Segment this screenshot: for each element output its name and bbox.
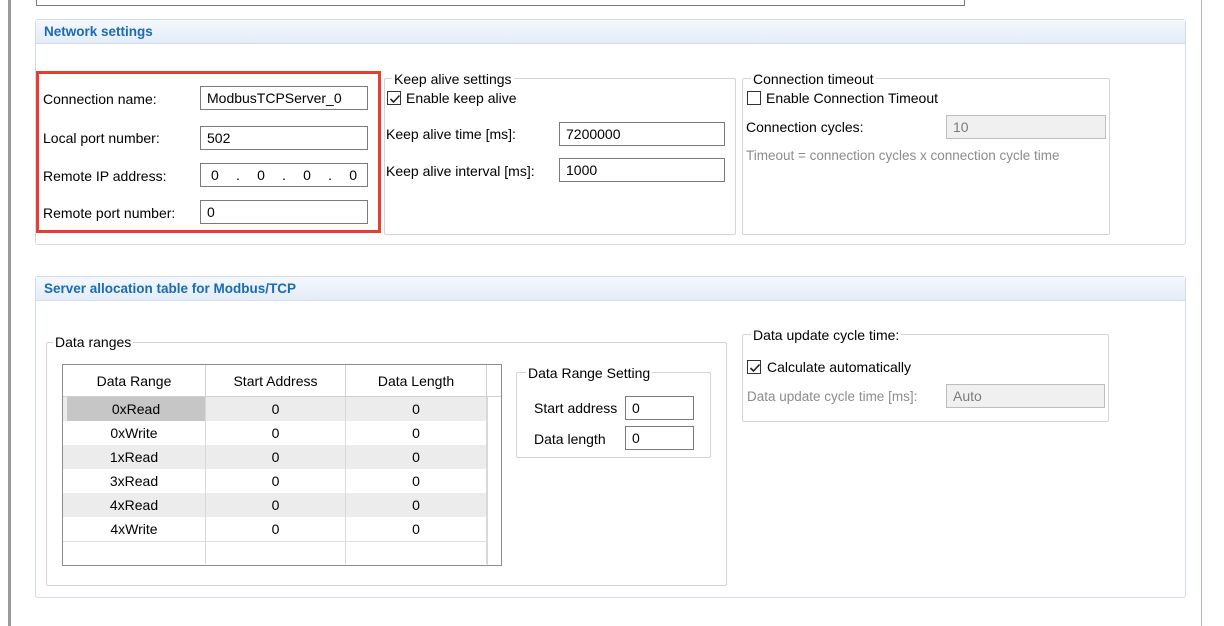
keep-alive-interval-label: Keep alive interval [ms]: bbox=[386, 163, 535, 179]
table-filler-column bbox=[487, 397, 501, 565]
column-header-filler bbox=[487, 365, 501, 397]
cell-start[interactable]: 0 bbox=[206, 445, 346, 469]
table-empty-row bbox=[63, 541, 487, 564]
keep-alive-time-label: Keep alive time [ms]: bbox=[386, 126, 516, 142]
cell-range[interactable]: 1xRead bbox=[63, 445, 206, 469]
table-row[interactable]: 4xWrite 0 0 bbox=[63, 517, 487, 541]
data-ranges-table[interactable]: Data Range Start Address Data Length 0xR… bbox=[62, 364, 502, 566]
top-panel-edge bbox=[36, 0, 965, 6]
calculate-automatically-label[interactable]: Calculate automatically bbox=[767, 358, 911, 376]
keep-alive-legend: Keep alive settings bbox=[392, 71, 514, 87]
local-port-input[interactable]: 502 bbox=[200, 126, 368, 150]
update-cycle-legend: Data update cycle time: bbox=[751, 327, 902, 343]
data-ranges-legend: Data ranges bbox=[53, 334, 134, 350]
timeout-formula: Timeout = connection cycles x connection… bbox=[746, 148, 1060, 163]
remote-port-input[interactable]: 0 bbox=[200, 200, 368, 224]
ip-octet-3[interactable]: 0 bbox=[303, 164, 311, 186]
remote-ip-label: Remote IP address: bbox=[43, 168, 167, 184]
cell-range[interactable]: 4xRead bbox=[63, 493, 206, 517]
cell-empty bbox=[346, 542, 487, 564]
connection-cycles-label: Connection cycles: bbox=[746, 119, 864, 135]
enable-keep-alive-checkbox[interactable] bbox=[387, 91, 401, 105]
enable-timeout-checkbox[interactable] bbox=[747, 91, 761, 105]
keep-alive-interval-input[interactable]: 1000 bbox=[559, 158, 725, 182]
connection-name-input[interactable]: ModbusTCPServer_0 bbox=[200, 86, 368, 110]
table-row[interactable]: 3xRead 0 0 bbox=[63, 469, 487, 493]
calculate-automatically-checkbox[interactable] bbox=[747, 360, 761, 374]
cell-range[interactable]: 3xRead bbox=[63, 469, 206, 493]
checkmark-icon bbox=[749, 363, 761, 373]
connection-cycles-input[interactable]: 10 bbox=[946, 115, 1106, 139]
data-range-setting-legend: Data Range Setting bbox=[526, 365, 653, 381]
cell-empty bbox=[206, 542, 346, 564]
table-row[interactable]: 0xRead 0 0 bbox=[63, 397, 487, 421]
ip-octet-1[interactable]: 0 bbox=[211, 164, 219, 186]
keep-alive-time-input[interactable]: 7200000 bbox=[559, 122, 725, 146]
ip-octet-4[interactable]: 0 bbox=[349, 164, 357, 186]
panel-right-border bbox=[1201, 0, 1202, 626]
start-address-input[interactable]: 0 bbox=[625, 396, 694, 420]
column-header-start-address[interactable]: Start Address bbox=[206, 365, 346, 397]
start-address-label: Start address bbox=[534, 400, 618, 416]
table-row[interactable]: 0xWrite 0 0 bbox=[63, 421, 487, 445]
window-left-border bbox=[8, 0, 11, 626]
ip-octet-2[interactable]: 0 bbox=[257, 164, 265, 186]
network-settings-header[interactable]: Network settings bbox=[36, 20, 1185, 44]
server-allocation-header[interactable]: Server allocation table for Modbus/TCP bbox=[36, 277, 1185, 301]
cell-length[interactable]: 0 bbox=[346, 517, 487, 541]
cell-start[interactable]: 0 bbox=[206, 469, 346, 493]
table-row[interactable]: 4xRead 0 0 bbox=[63, 493, 487, 517]
data-length-input[interactable]: 0 bbox=[625, 426, 694, 450]
cell-start[interactable]: 0 bbox=[206, 397, 346, 421]
cell-range[interactable]: 4xWrite bbox=[63, 517, 206, 541]
update-cycle-group bbox=[742, 334, 1109, 422]
cell-start[interactable]: 0 bbox=[206, 493, 346, 517]
enable-keep-alive-label[interactable]: Enable keep alive bbox=[406, 89, 517, 107]
table-header: Data Range Start Address Data Length bbox=[63, 365, 501, 397]
update-cycle-time-input[interactable]: Auto bbox=[946, 384, 1105, 408]
cell-start[interactable]: 0 bbox=[206, 517, 346, 541]
cell-length[interactable]: 0 bbox=[346, 493, 487, 517]
ip-dot: . bbox=[282, 167, 286, 183]
cell-length[interactable]: 0 bbox=[346, 421, 487, 445]
local-port-label: Local port number: bbox=[43, 130, 160, 146]
remote-port-label: Remote port number: bbox=[43, 205, 176, 221]
table-row[interactable]: 1xRead 0 0 bbox=[63, 445, 487, 469]
update-cycle-time-label: Data update cycle time [ms]: bbox=[747, 389, 918, 404]
data-length-label: Data length bbox=[534, 431, 606, 447]
cell-length[interactable]: 0 bbox=[346, 445, 487, 469]
remote-ip-input[interactable]: 0 . 0 . 0 . 0 bbox=[200, 163, 368, 187]
connection-timeout-legend: Connection timeout bbox=[751, 71, 876, 87]
ip-dot: . bbox=[328, 167, 332, 183]
cell-length[interactable]: 0 bbox=[346, 397, 487, 421]
connection-name-label: Connection name: bbox=[43, 91, 157, 107]
cell-range[interactable]: 0xWrite bbox=[63, 421, 206, 445]
cell-range[interactable]: 0xRead bbox=[67, 397, 206, 421]
cell-start[interactable]: 0 bbox=[206, 421, 346, 445]
cell-length[interactable]: 0 bbox=[346, 469, 487, 493]
column-header-data-length[interactable]: Data Length bbox=[346, 365, 487, 397]
column-header-data-range[interactable]: Data Range bbox=[63, 365, 206, 397]
cell-empty bbox=[63, 542, 206, 564]
enable-timeout-label[interactable]: Enable Connection Timeout bbox=[766, 89, 938, 107]
ip-dot: . bbox=[235, 167, 240, 183]
checkmark-icon bbox=[389, 94, 401, 104]
